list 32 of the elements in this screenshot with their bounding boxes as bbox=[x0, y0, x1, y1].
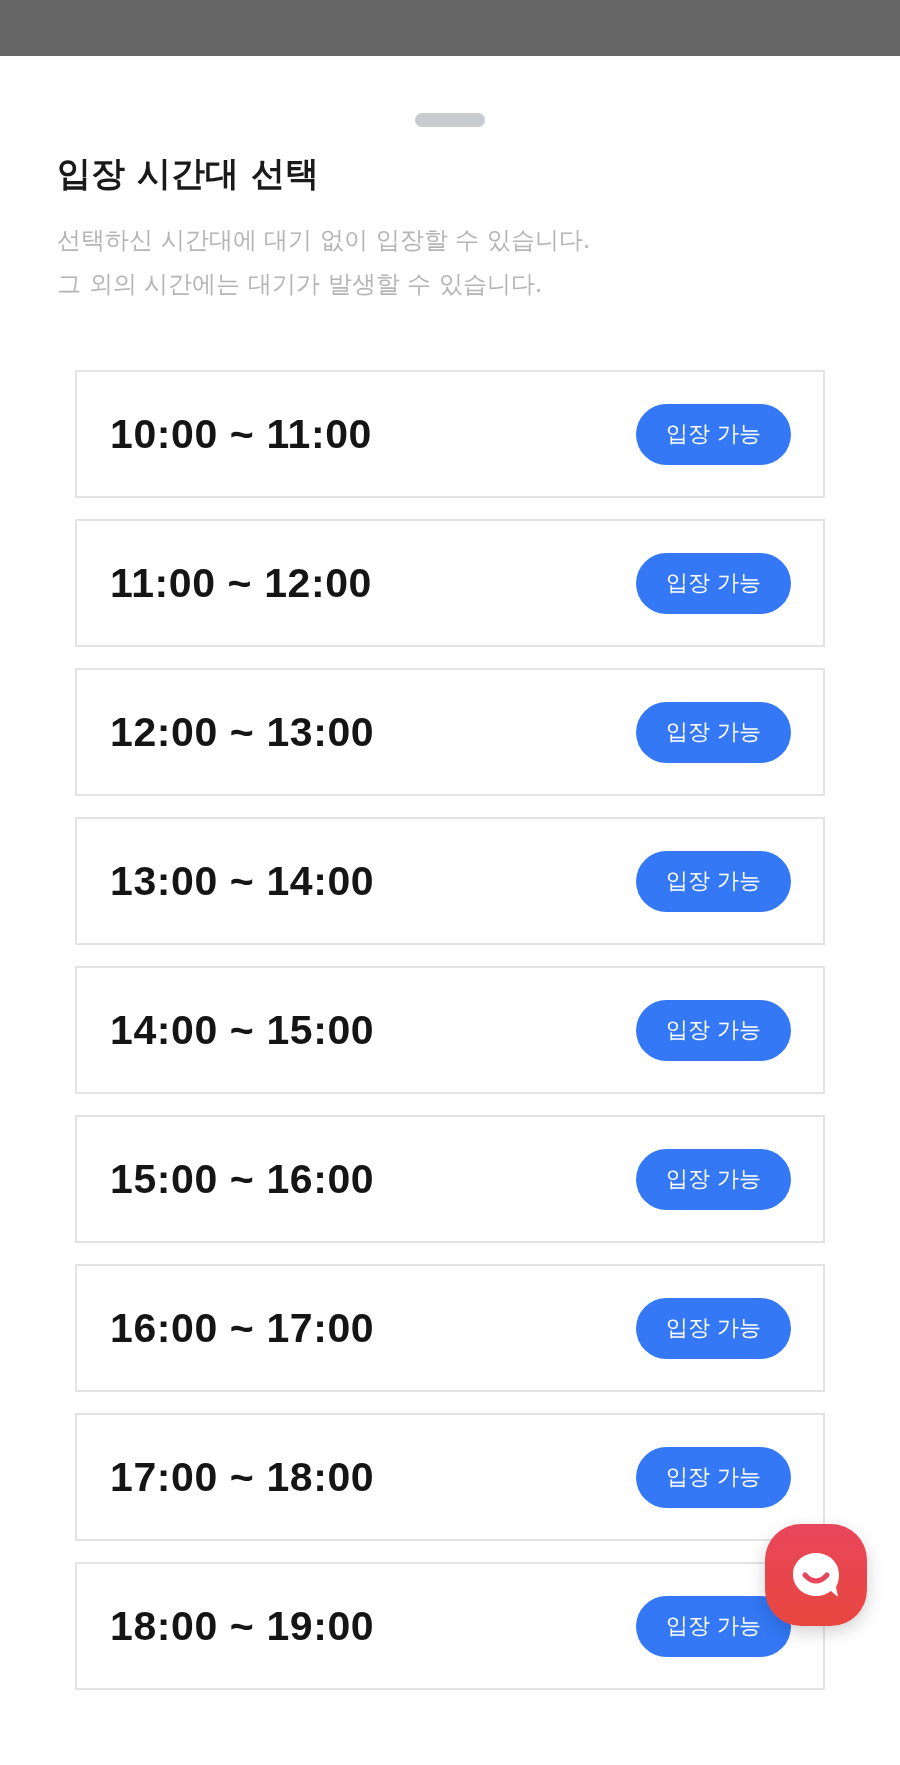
time-slot-card[interactable]: 11:00 ~ 12:00 입장 가능 bbox=[75, 519, 825, 647]
availability-badge: 입장 가능 bbox=[636, 1595, 791, 1657]
description-text: 그 외의 시간에는 대기가 발생할 수 있습니다. bbox=[57, 269, 543, 300]
time-range: 13:00 ~ 14:00 bbox=[110, 857, 375, 905]
time-range: 12:00 ~ 13:00 bbox=[110, 708, 375, 756]
availability-badge: 입장 가능 bbox=[636, 1297, 791, 1359]
availability-badge: 입장 가능 bbox=[636, 403, 791, 465]
availability-badge: 입장 가능 bbox=[636, 1446, 791, 1508]
time-range: 17:00 ~ 18:00 bbox=[110, 1453, 375, 1501]
availability-badge: 입장 가능 bbox=[636, 999, 791, 1061]
time-slot-card[interactable]: 12:00 ~ 13:00 입장 가능 bbox=[75, 668, 825, 796]
time-slot-card[interactable]: 10:00 ~ 11:00 입장 가능 bbox=[75, 370, 825, 498]
drag-handle[interactable] bbox=[415, 113, 485, 127]
availability-badge: 입장 가능 bbox=[636, 1148, 791, 1210]
availability-badge: 입장 가능 bbox=[636, 850, 791, 912]
time-range: 15:00 ~ 16:00 bbox=[110, 1155, 375, 1203]
time-range: 14:00 ~ 15:00 bbox=[110, 1006, 375, 1054]
description-text: 선택하신 시간대에 대기 없이 입장할 수 있습니다. bbox=[57, 225, 591, 256]
chat-button[interactable] bbox=[765, 1524, 867, 1626]
time-slot-card[interactable]: 16:00 ~ 17:00 입장 가능 bbox=[75, 1264, 825, 1392]
time-slot-card[interactable]: 15:00 ~ 16:00 입장 가능 bbox=[75, 1115, 825, 1243]
time-range: 16:00 ~ 17:00 bbox=[110, 1304, 375, 1352]
sheet-title: 입장 시간대 선택 bbox=[57, 152, 319, 195]
time-range: 10:00 ~ 11:00 bbox=[110, 410, 372, 458]
time-slot-card[interactable]: 17:00 ~ 18:00 입장 가능 bbox=[75, 1413, 825, 1541]
availability-badge: 입장 가능 bbox=[636, 552, 791, 614]
time-slot-card[interactable]: 13:00 ~ 14:00 입장 가능 bbox=[75, 817, 825, 945]
chat-bubble-icon bbox=[791, 1551, 841, 1599]
time-range: 11:00 ~ 12:00 bbox=[110, 559, 372, 607]
availability-badge: 입장 가능 bbox=[636, 701, 791, 763]
time-range: 18:00 ~ 19:00 bbox=[110, 1602, 375, 1650]
time-slot-card[interactable]: 14:00 ~ 15:00 입장 가능 bbox=[75, 966, 825, 1094]
